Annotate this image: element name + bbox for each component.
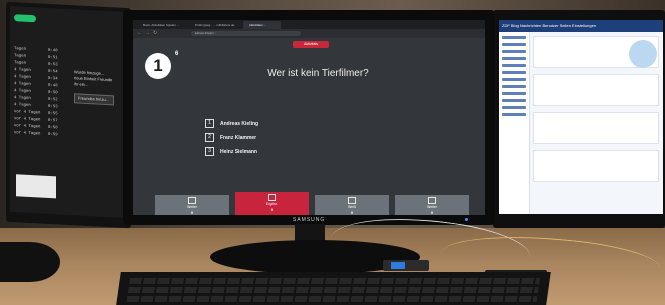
quiz-button-1[interactable]: Ergebn. 0 [235,192,309,215]
forward-icon[interactable]: → [145,30,150,37]
browser-tab-bar: Book, Aktivitäten Spielen ... Prüfungseg… [133,20,485,29]
quiz-button-count: 0 [430,210,434,215]
question-text: Wer ist kein Tierfilmer? [267,68,369,79]
quiz-button-3[interactable]: Weiter 0 [395,195,469,215]
answer-number: 1 [205,119,214,128]
quiz-screen: Book, Aktivitäten Spielen ... Prüfungseg… [133,20,485,215]
answer-text: Andreas Kieling [220,120,259,127]
quiz-button-0[interactable]: Weiter 0 [155,195,229,215]
usb-hub [383,260,429,271]
answer-option[interactable]: 3 Heinz Sielmann [205,147,258,156]
right-monitor: ZDF Blog Nachrichten Benutzer Seiten Ein… [493,10,665,228]
question-superscript: 6 [175,51,179,57]
right-monitor-screen: ZDF Blog Nachrichten Benutzer Seiten Ein… [499,20,663,214]
back-icon[interactable]: ← [137,30,142,37]
left-monitor-screen: Tagen Tagen Tagen 4 Tagen 4 Tagen 4 Tagen 4 Ta… [10,5,127,219]
question-number: 1 [145,53,171,79]
power-led [465,218,468,221]
profile-avatar [629,40,657,68]
right-monitor-sidebar [499,32,530,214]
answer-text: Franz Klammer [220,134,257,141]
quiz-badge: Aktivitäts [293,41,329,48]
quiz-button-row: Weiter 0 Ergebn. 0 Weiß 0 Weiter 0 [155,192,473,215]
option-icon [348,197,356,204]
answer-number: 2 [205,133,214,142]
option-icon [188,197,196,204]
left-monitor-side-panel: Wurde hinzuge... neue Einheit Freunde ih… [74,69,114,131]
track-label: vor 4 Tagen [14,131,41,137]
answer-option[interactable]: 1 Andreas Kieling [205,119,258,128]
answer-option[interactable]: 2 Franz Klammer [205,133,258,142]
left-monitor-white-box [16,174,56,199]
quiz-button-2[interactable]: Weiß 0 [315,195,389,215]
left-monitor-stand-base [0,242,60,282]
quiz-button-count: 0 [270,207,274,212]
reload-icon[interactable]: ↻ [153,30,157,37]
keyboard[interactable] [115,272,551,305]
left-monitor-time-column: 0:48 0:51 0:53 0:54 0:34 0:48 0:50 0:52 0:53 0:55… [48,48,58,140]
feed-card [533,74,659,106]
option-icon [268,194,276,201]
browser-tab-active[interactable]: Aktivitäten ... [243,21,281,29]
panel-button[interactable]: Freundes hinzu... [74,93,114,106]
browser-tab[interactable]: Book, Aktivitäten Spielen ... [137,21,187,29]
play-button[interactable] [14,14,36,23]
browser-url-bar: ← → ↻ kahoot.it/quiz/... [133,29,485,38]
usb-stick [391,262,405,269]
browser-tab[interactable]: Prüfungseg - ... mitMarkus.de [189,21,241,29]
feed-card [533,150,659,182]
panel-text: Wurde hinzuge... neue Einheit Freunde ih… [74,69,113,88]
answer-text: Heinz Sielmann [220,148,257,155]
left-monitor-label-column: Tagen Tagen Tagen 4 Tagen 4 Tagen 4 Tagen 4 Ta… [14,46,40,138]
feed-card [533,112,659,144]
quiz-button-count: 0 [190,210,194,215]
quiz-button-count: 0 [350,210,354,215]
track-time: 0:59 [48,132,58,138]
address-input[interactable]: kahoot.it/quiz/... [191,31,301,36]
main-monitor: Book, Aktivitäten Spielen ... Prüfungseg… [123,10,495,225]
photo-scene: Tagen Tagen Tagen 4 Tagen 4 Tagen 4 Tagen 4 Ta… [0,0,665,305]
option-icon [428,197,436,204]
answer-number: 3 [205,147,214,156]
answer-list: 1 Andreas Kieling 2 Franz Klammer 3 Hein… [205,119,258,161]
monitor-brand-logo: SAMSUNG [293,217,326,223]
left-monitor: Tagen Tagen Tagen 4 Tagen 4 Tagen 4 Tagen 4 Ta… [6,1,131,229]
right-monitor-topbar: ZDF Blog Nachrichten Benutzer Seiten Ein… [499,20,663,32]
